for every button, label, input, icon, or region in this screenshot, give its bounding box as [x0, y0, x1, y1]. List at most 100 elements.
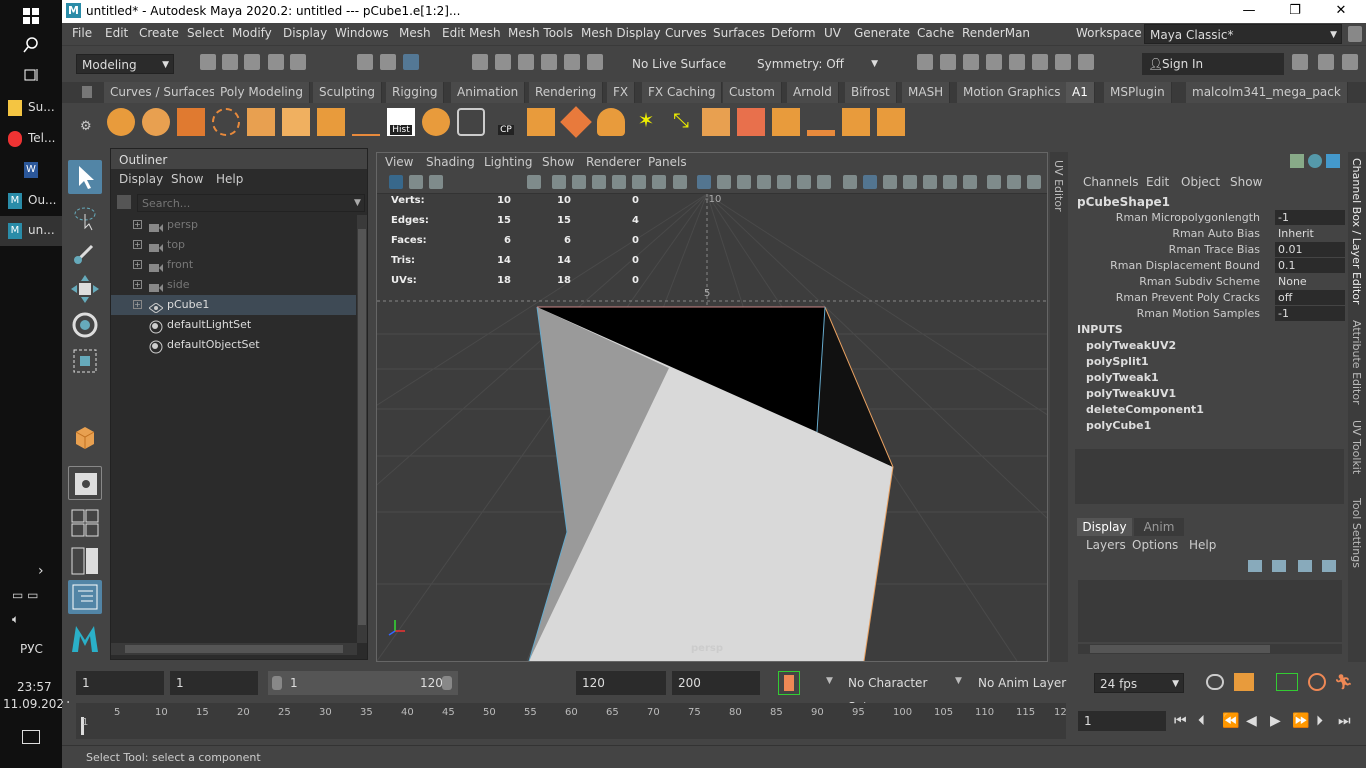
undo-icon[interactable]	[268, 54, 284, 70]
channel-box-node-icon[interactable]	[1290, 154, 1304, 168]
menu-edit-mesh[interactable]: Edit Mesh	[442, 26, 501, 40]
menu-cache[interactable]: Cache	[917, 26, 954, 40]
clock-time[interactable]: 23:57	[17, 680, 52, 694]
channel-attr-value[interactable]: -1	[1275, 306, 1345, 321]
menu-edit[interactable]: Edit	[105, 26, 128, 40]
channel-attr-row[interactable]: Rman Motion Samples -1	[1070, 306, 1345, 322]
shelf-tab-rendering[interactable]: Rendering	[529, 82, 604, 103]
xray-components-icon[interactable]	[903, 175, 917, 189]
input-node[interactable]: polyTweakUV1	[1086, 387, 1176, 400]
play-forwards-icon[interactable]: ▶	[1270, 713, 1281, 729]
outliner-item-persp[interactable]: + persp	[111, 215, 356, 235]
shelf-tab-bifrost[interactable]: Bifrost	[845, 82, 897, 103]
shelf-tab-arnold[interactable]: Arnold	[787, 82, 839, 103]
snap-point-icon[interactable]	[518, 54, 534, 70]
move-tool-icon[interactable]	[68, 272, 102, 306]
channel-node-name[interactable]: pCubeShape1	[1077, 195, 1170, 209]
shelf-tool-1-icon[interactable]	[107, 108, 135, 136]
scrollbar-thumb[interactable]	[125, 645, 343, 653]
playback-end-field[interactable]: 120	[576, 671, 666, 695]
visibility-icon[interactable]	[457, 108, 485, 136]
menu-mesh-tools[interactable]: Mesh Tools	[508, 26, 573, 40]
tab-channel-box-layer-editor[interactable]: Channel Box / Layer Editor	[1350, 158, 1363, 305]
shelf-tab-rigging[interactable]: Rigging	[386, 82, 445, 103]
channel-attr-row[interactable]: Rman Subdiv Scheme None	[1070, 274, 1345, 290]
step-forward-frame-icon[interactable]: ⏵	[1316, 713, 1323, 729]
channel-attr-value[interactable]: 0.01	[1275, 242, 1345, 257]
menu-select[interactable]: Select	[187, 26, 224, 40]
outliner-search-input[interactable]	[137, 194, 365, 212]
taskbar-item-browser[interactable]: Tel...	[0, 124, 62, 154]
viewport-menu-view[interactable]: View	[385, 155, 413, 169]
go-to-start-icon[interactable]: ⏮	[1174, 713, 1187, 729]
shelf-tool-4-icon[interactable]	[212, 108, 240, 136]
scrollbar-thumb[interactable]	[358, 229, 366, 625]
ambient-occlusion-icon[interactable]	[923, 175, 937, 189]
shelf-tool-6-icon[interactable]	[282, 108, 310, 136]
channel-attr-row[interactable]: Rman Auto Bias Inherit	[1070, 226, 1345, 242]
outliner-item-front[interactable]: + front	[111, 255, 356, 275]
safe-action-icon[interactable]	[652, 175, 666, 189]
fps-dropdown[interactable]: 24 fps ▼	[1094, 673, 1184, 693]
paint-select-tool-icon[interactable]	[68, 236, 102, 270]
renderman-ipr-icon[interactable]	[1055, 54, 1071, 70]
renderman-render-icon[interactable]	[1032, 54, 1048, 70]
shelf-tab-animation[interactable]: Animation	[451, 82, 526, 103]
timeline-track[interactable]: 1 5 10 15 20 25 30 35 40 45 50 55 60 65 …	[76, 703, 1067, 739]
motion-blur-icon[interactable]	[943, 175, 957, 189]
menu-mesh-display[interactable]: Mesh Display	[581, 26, 661, 40]
shelf-tool-21-icon[interactable]	[807, 108, 835, 136]
time-slider[interactable]: 1 5 10 15 20 25 30 35 40 45 50 55 60 65 …	[62, 703, 1366, 741]
save-scene-icon[interactable]	[244, 54, 260, 70]
help-menu[interactable]: Help	[1189, 538, 1216, 552]
layers-menu[interactable]: Layers	[1086, 538, 1126, 552]
viewport-menu-shading[interactable]: Shading	[426, 155, 475, 169]
last-tool-icon[interactable]	[68, 420, 102, 454]
rotate-tool-icon[interactable]	[68, 308, 102, 342]
outliner-menu-show[interactable]: Show	[171, 172, 203, 186]
outliner-vertical-scrollbar[interactable]	[357, 215, 367, 643]
film-gate-icon[interactable]	[572, 175, 586, 189]
open-scene-icon[interactable]	[222, 54, 238, 70]
task-view-icon[interactable]	[23, 67, 39, 83]
exposure-icon[interactable]	[1007, 175, 1021, 189]
lasso-tool-icon[interactable]	[68, 200, 102, 234]
input-node[interactable]: polyTweak1	[1086, 371, 1159, 384]
new-scene-icon[interactable]	[200, 54, 216, 70]
grid-toggle-icon[interactable]	[697, 175, 711, 189]
step-forward-key-icon[interactable]: ⏩	[1292, 713, 1309, 729]
anim-layer-field[interactable]: No Anim Layer	[972, 671, 1072, 695]
shelf-tool-20-icon[interactable]	[772, 108, 800, 136]
shelf-tool-16-icon[interactable]: ✶	[632, 108, 660, 136]
channel-box-help-icon[interactable]	[1308, 154, 1322, 168]
shelf-tool-7-icon[interactable]	[317, 108, 345, 136]
expand-icon[interactable]: +	[133, 280, 142, 289]
shelf-tab-mash[interactable]: MASH	[902, 82, 951, 103]
field-chart-icon[interactable]	[632, 175, 646, 189]
input-node[interactable]: polyTweakUV2	[1086, 339, 1176, 352]
running-man-icon[interactable]: 🏃︎	[1334, 673, 1353, 691]
hypershade-icon[interactable]	[1009, 54, 1025, 70]
outliner-item-defaultobjectset[interactable]: defaultObjectSet	[111, 335, 356, 355]
volume-icon[interactable]: 🔈︎	[12, 612, 19, 627]
chevron-down-icon[interactable]: ▼	[955, 676, 962, 686]
shelf-tool-8-icon[interactable]	[352, 108, 380, 136]
expand-icon[interactable]: +	[133, 300, 142, 309]
shelf-tab-malcolm[interactable]: malcolm341_mega_pack	[1186, 82, 1348, 103]
channel-object-menu[interactable]: Object	[1181, 175, 1220, 189]
channel-attr-row[interactable]: Rman Prevent Poly Cracks off	[1070, 290, 1345, 306]
snap-projected-icon[interactable]	[541, 54, 557, 70]
outliner-item-top[interactable]: + top	[111, 235, 356, 255]
go-to-end-icon[interactable]: ⏭	[1338, 713, 1351, 729]
default-material-icon[interactable]	[757, 175, 771, 189]
network-icon[interactable]: ▭ ▭	[12, 588, 52, 604]
workspace-dropdown[interactable]: Maya Classic* ▼	[1144, 24, 1342, 44]
render-frame-icon[interactable]	[940, 54, 956, 70]
channel-attr-value[interactable]: None	[1275, 274, 1345, 289]
layer-scrollbar[interactable]	[1078, 644, 1342, 654]
range-bar[interactable]: 1 120	[268, 671, 458, 695]
taskbar-item-maya-1[interactable]: M Ou...	[0, 186, 62, 216]
shelf-tab-fx-caching[interactable]: FX Caching	[642, 82, 723, 103]
outliner-item-defaultlightset[interactable]: defaultLightSet	[111, 315, 356, 335]
scale-tool-icon[interactable]	[68, 344, 102, 378]
